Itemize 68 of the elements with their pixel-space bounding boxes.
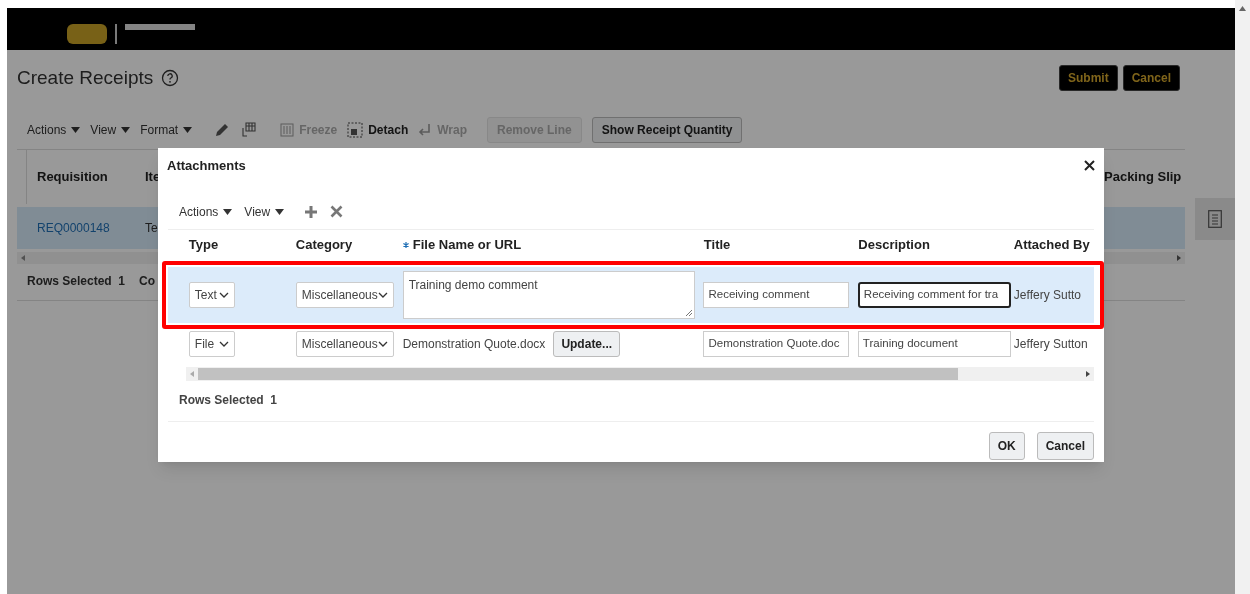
scroll-up-icon[interactable] bbox=[1239, 6, 1246, 11]
scroll-left-icon[interactable] bbox=[21, 254, 25, 261]
column-header: Type bbox=[187, 236, 220, 255]
column-header: Packing Slip bbox=[1104, 167, 1182, 186]
page-title: Create Receipts bbox=[17, 66, 154, 90]
file-name: Demonstration Quote.docx bbox=[402, 335, 546, 353]
input-field[interactable]: Demonstration Quote.doc bbox=[703, 330, 850, 357]
menu-button[interactable]: View bbox=[90, 120, 131, 139]
document-icon bbox=[1208, 210, 1222, 228]
caret-icon bbox=[121, 126, 131, 133]
column-header: Description bbox=[857, 236, 931, 255]
update-button[interactable]: Update... bbox=[553, 330, 621, 357]
side-panel-tab[interactable] bbox=[1195, 198, 1235, 240]
column-header: Requisition bbox=[37, 167, 109, 186]
attached-by-text: Jeffery Sutton bbox=[1013, 335, 1088, 353]
scroll-right-icon[interactable] bbox=[1086, 370, 1090, 377]
toolbar-button[interactable]: Show Receipt Quantity bbox=[591, 116, 743, 143]
menu-button[interactable]: View bbox=[244, 202, 285, 221]
category-dropdown[interactable]: Miscellaneous bbox=[295, 330, 394, 357]
table-cell-text: Te bbox=[145, 219, 158, 237]
chevron-icon bbox=[377, 340, 388, 347]
detach-icon bbox=[347, 121, 364, 138]
resize-handle-icon[interactable] bbox=[684, 308, 692, 316]
scrollbar[interactable] bbox=[1235, 0, 1250, 594]
input-field[interactable]: Receiving comment bbox=[703, 281, 850, 308]
delete-icon[interactable] bbox=[330, 205, 344, 218]
menu-button[interactable]: Actions bbox=[27, 120, 81, 139]
rows-selected-label: Rows Selected 1 bbox=[27, 272, 126, 290]
horizontal-scrollbar[interactable] bbox=[186, 366, 1094, 381]
chevron-icon bbox=[218, 340, 229, 347]
menu-button[interactable]: Actions bbox=[179, 202, 233, 221]
pencil-icon[interactable] bbox=[214, 121, 231, 138]
help-icon[interactable] bbox=[161, 69, 180, 88]
caret-icon bbox=[183, 126, 193, 133]
header-button[interactable]: Cancel bbox=[1122, 65, 1180, 92]
dialog-button[interactable]: Cancel bbox=[1036, 431, 1094, 460]
column-header: Title bbox=[702, 236, 732, 255]
caret-icon bbox=[223, 208, 233, 215]
type-dropdown[interactable]: Text bbox=[188, 281, 235, 308]
category-dropdown[interactable]: Miscellaneous bbox=[295, 281, 394, 308]
dialog-button[interactable]: OK bbox=[988, 431, 1025, 460]
caret-icon bbox=[71, 126, 81, 133]
scroll-thumb[interactable] bbox=[198, 367, 958, 380]
column-header: Attached By bbox=[1012, 236, 1091, 255]
chevron-icon bbox=[218, 291, 229, 298]
close-icon[interactable] bbox=[1084, 160, 1095, 172]
column-header: Category bbox=[294, 236, 354, 255]
freeze-icon bbox=[280, 122, 295, 137]
column-header: File Name or URL bbox=[399, 235, 701, 255]
input-field[interactable]: Training document bbox=[857, 330, 1011, 357]
caret-icon bbox=[275, 208, 285, 215]
rows-selected-label: Rows Selected 1 bbox=[178, 391, 279, 409]
add-icon[interactable] bbox=[304, 204, 319, 219]
chevron-icon bbox=[377, 291, 388, 298]
wrap-icon bbox=[418, 122, 433, 137]
scroll-right-icon[interactable] bbox=[1177, 254, 1181, 261]
type-dropdown[interactable]: File bbox=[188, 330, 235, 357]
attached-by-text: Jeffery Sutto bbox=[1013, 286, 1081, 304]
input-field[interactable]: Receiving comment for tra bbox=[857, 281, 1011, 308]
menu-button[interactable]: Format bbox=[140, 120, 193, 139]
logo-icon bbox=[67, 24, 197, 44]
comment-textarea[interactable]: Training demo comment bbox=[402, 270, 695, 319]
table-icon[interactable] bbox=[240, 121, 257, 138]
dialog-title: Attachments bbox=[167, 157, 246, 175]
table-row[interactable]: Text Miscellaneous Training demo comment Receiving comment Receiving comment for tra Jeffery Sutto bbox=[168, 266, 1094, 323]
footer-label: Co bbox=[139, 272, 156, 290]
header-button[interactable]: Submit bbox=[1058, 65, 1118, 92]
toolbar-button[interactable]: Detach bbox=[347, 120, 409, 139]
